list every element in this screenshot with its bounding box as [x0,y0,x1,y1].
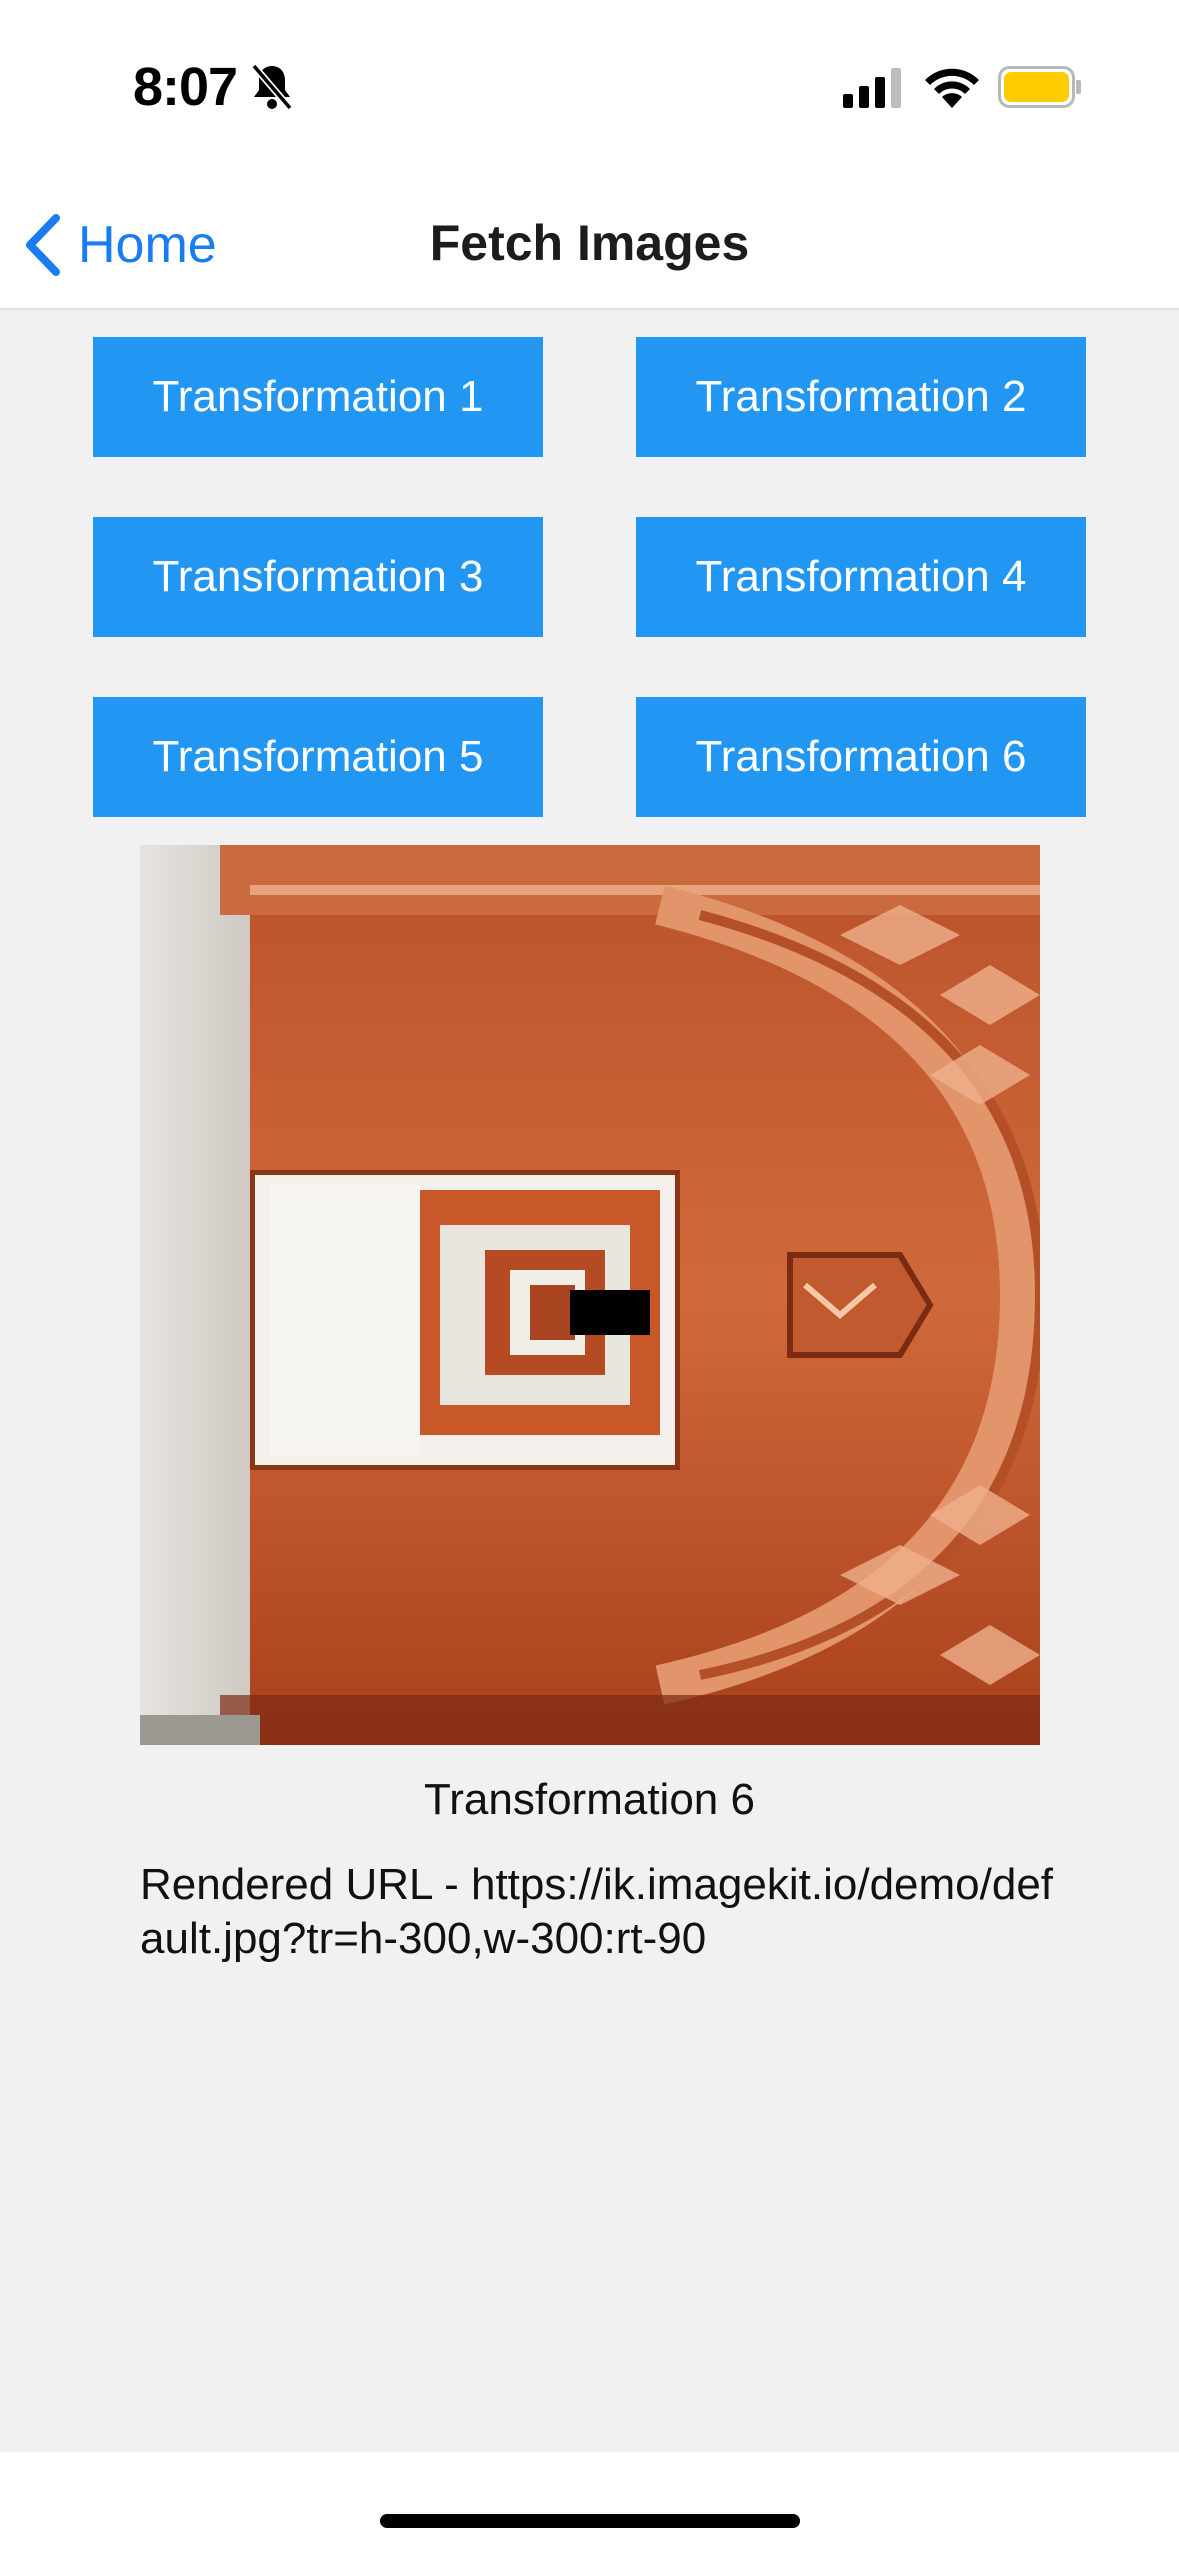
image-caption: Transformation 6 [424,1775,755,1824]
back-button[interactable]: Home [20,210,217,280]
corridor-photo [140,845,1040,1745]
rendered-url-text: Rendered URL - https://ik.imagekit.io/de… [140,1860,1054,1963]
transformation-3-button[interactable]: Transformation 3 [93,517,543,637]
wifi-icon [925,68,979,108]
status-bar: 8:07 [0,0,1179,170]
back-button-label: Home [78,216,217,274]
rendered-image [140,845,1040,1745]
status-time: 8:07 [133,57,238,117]
bell-slash-icon [251,63,293,111]
transformation-1-button[interactable]: Transformation 1 [93,337,543,457]
cellular-signal-icon [843,68,901,108]
transformation-6-button[interactable]: Transformation 6 [636,697,1086,817]
transformation-4-button[interactable]: Transformation 4 [636,517,1086,637]
transformation-2-button[interactable]: Transformation 2 [636,337,1086,457]
home-indicator[interactable] [380,2514,800,2528]
transformation-5-button[interactable]: Transformation 5 [93,697,543,817]
navigation-bar: Fetch Images Home [0,170,1179,310]
chevron-left-icon [26,214,60,276]
bottom-safe-area [0,2452,1179,2556]
battery-icon [998,66,1081,108]
